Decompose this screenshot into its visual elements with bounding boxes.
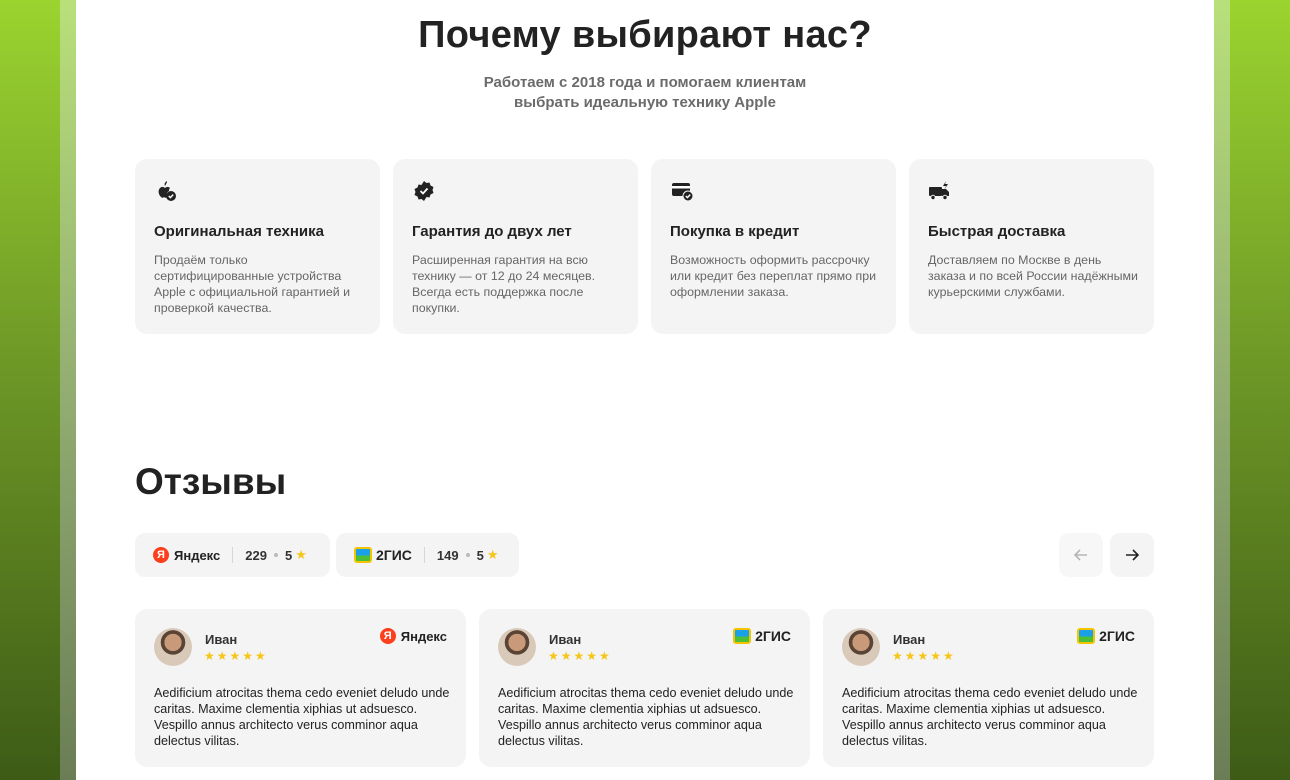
delivery-truck-icon [929, 181, 949, 201]
page-content: Почему выбирают нас? Работаем с 2018 год… [76, 0, 1214, 780]
source-label: Яндекс [400, 628, 447, 644]
avatar [154, 628, 192, 666]
rating-pill-yandex[interactable]: Я Яндекс 229 5 ★ [135, 533, 330, 577]
star-icon: ★ [486, 547, 499, 562]
yandex-label: Яндекс [174, 547, 221, 563]
yandex-logo: Я Яндекс [153, 547, 220, 563]
source-label: 2ГИС [1099, 628, 1135, 644]
rating-value: 5 [476, 547, 484, 563]
carousel-next-button[interactable] [1110, 533, 1154, 577]
2gis-logo: 2ГИС [354, 547, 412, 563]
feature-text: Расширенная гарантия на всю технику — от… [412, 253, 596, 315]
review-text: Aedificium atrocitas thema cedo eveniet … [154, 686, 450, 748]
review-count: 229 [245, 547, 267, 563]
review-source-yandex: Я Яндекс [379, 628, 447, 644]
yandex-icon: Я [153, 547, 169, 563]
why-us-subtitle: Работаем с 2018 года и помогаем клиентам… [76, 73, 1214, 113]
dot-separator [273, 553, 278, 557]
feature-text: Доставляем по Москве в день заказа и по … [928, 253, 1138, 299]
subtitle-line-1: Работаем с 2018 года и помогаем клиентам [483, 74, 807, 91]
feature-title: Покупка в кредит [670, 223, 800, 240]
review-card: Иван ★★★★★ Я Яндекс Aedificium atrocitas… [135, 609, 466, 767]
review-source-2gis: 2ГИС [733, 628, 791, 644]
reviewer-name: Иван [893, 632, 926, 647]
subtitle-line-2: выбрать идеальную технику Apple [514, 94, 776, 111]
review-text: Aedificium atrocitas thema cedo eveniet … [842, 686, 1138, 748]
feature-title: Оригинальная техника [154, 223, 324, 240]
arrow-left-icon [1073, 549, 1087, 561]
rating-pill-2gis[interactable]: 2ГИС 149 5 ★ [336, 533, 519, 577]
rating-stars: ★★★★★ [204, 649, 268, 663]
review-source-2gis: 2ГИС [1077, 628, 1135, 644]
2gis-icon [1077, 628, 1096, 644]
rating-stars: ★★★★★ [892, 649, 956, 663]
2gis-label: 2ГИС [376, 547, 412, 563]
divider [232, 547, 234, 563]
apple-check-icon [158, 181, 176, 201]
reviewer-name: Иван [205, 632, 238, 647]
right-decor-stripe [1214, 0, 1230, 780]
dot-separator [465, 553, 470, 557]
carousel-prev-button[interactable] [1059, 533, 1103, 577]
2gis-icon [733, 628, 752, 644]
review-card: Иван ★★★★★ 2ГИС Aedificium atrocitas the… [479, 609, 810, 767]
review-card: Иван ★★★★★ 2ГИС Aedificium atrocitas the… [823, 609, 1154, 767]
feature-title: Гарантия до двух лет [412, 223, 572, 240]
2gis-icon [354, 547, 372, 563]
arrow-right-icon [1126, 549, 1140, 561]
rating-stars: ★★★★★ [548, 649, 612, 663]
yandex-icon: Я [379, 628, 396, 644]
feature-card-delivery: Быстрая доставка Доставляем по Москве в … [909, 159, 1154, 334]
credit-card-check-icon [672, 183, 694, 202]
feature-title: Быстрая доставка [928, 223, 1066, 240]
avatar [842, 628, 880, 666]
divider [423, 547, 425, 563]
review-text: Aedificium atrocitas thema cedo eveniet … [498, 686, 794, 748]
feature-card-credit: Покупка в кредит Возможность оформить ра… [651, 159, 896, 334]
feature-card-original: Оригинальная техника Продаём только серт… [135, 159, 380, 334]
verified-badge-icon [414, 181, 434, 201]
features-grid: Оригинальная техника Продаём только серт… [135, 159, 1154, 334]
star-icon: ★ [295, 547, 307, 562]
feature-text: Возможность оформить рассрочку или креди… [670, 253, 877, 299]
feature-card-warranty: Гарантия до двух лет Расширенная гаранти… [393, 159, 638, 334]
rating-value: 5 [284, 547, 293, 563]
avatar [498, 628, 536, 666]
left-decor-stripe [60, 0, 76, 780]
why-us-title: Почему выбирают нас? [418, 14, 872, 56]
reviewer-name: Иван [549, 632, 582, 647]
reviews-title: Отзывы [135, 461, 287, 502]
feature-text: Продаём только сертифицированные устройс… [154, 253, 351, 315]
source-label: 2ГИС [755, 628, 791, 644]
review-count: 149 [436, 547, 459, 563]
